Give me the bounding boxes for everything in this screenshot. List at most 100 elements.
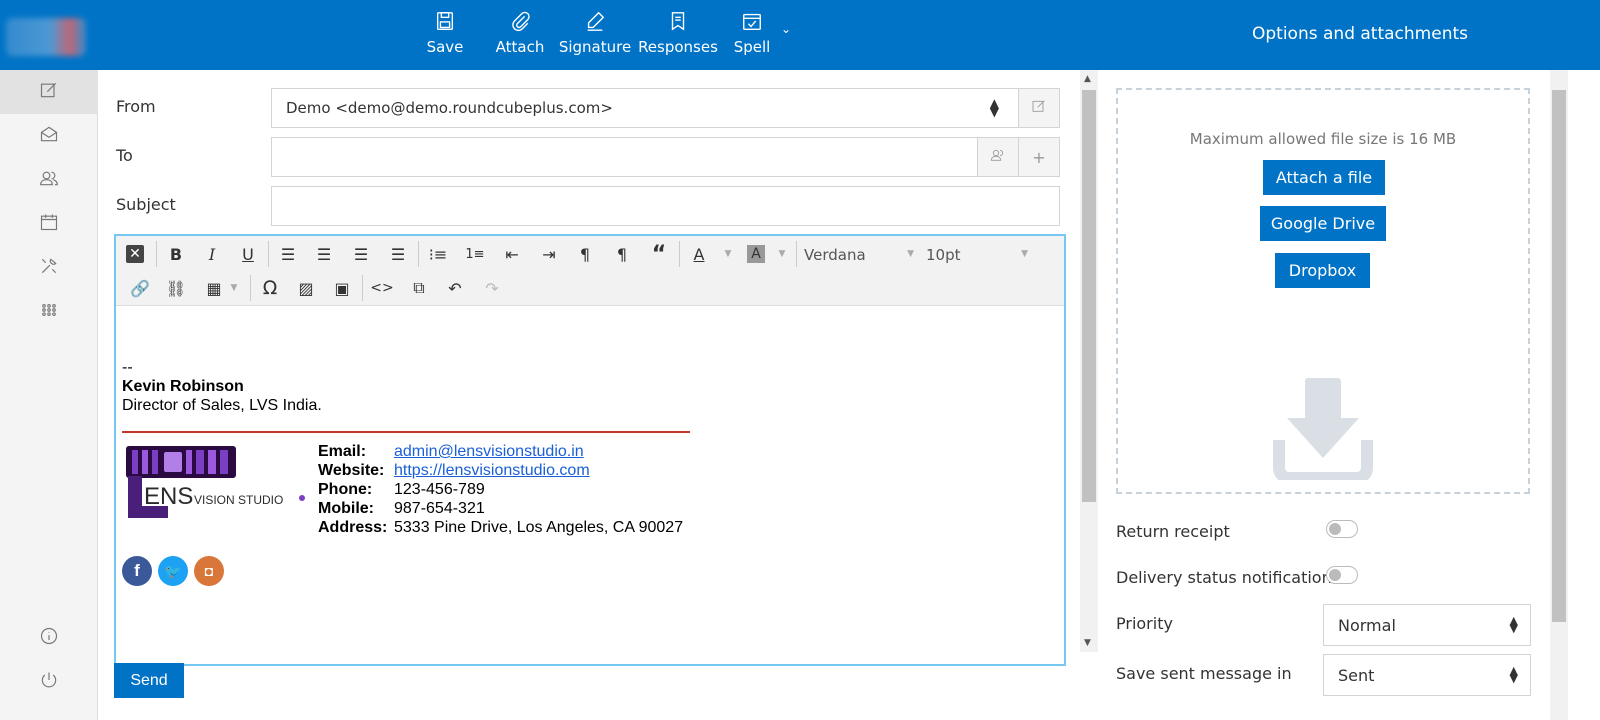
- signature-logo: ENS VISION STUDIO: [122, 440, 308, 520]
- align-right-icon[interactable]: ☰: [347, 240, 375, 268]
- options-panel: Maximum allowed file size is 16 MB Attac…: [1098, 70, 1552, 720]
- nav-mail[interactable]: [0, 114, 98, 158]
- from-select[interactable]: Demo <demo@demo.roundcubeplus.com> ▲ ▼: [271, 88, 1060, 128]
- image-icon[interactable]: ▨: [292, 274, 320, 302]
- nav-about[interactable]: [0, 616, 98, 660]
- ltr-icon[interactable]: ¶: [571, 240, 599, 268]
- font-family-select[interactable]: Verdana ▼: [804, 246, 914, 264]
- send-button[interactable]: Send: [114, 663, 184, 698]
- table-dropdown-icon[interactable]: ▼: [220, 274, 248, 302]
- compose-scrollbar[interactable]: ▲ ▼: [1080, 70, 1098, 652]
- scrollbar-thumb[interactable]: [1552, 90, 1566, 622]
- rtl-icon[interactable]: ¶: [608, 240, 636, 268]
- svg-text:ENS: ENS: [144, 483, 193, 510]
- link-icon[interactable]: 🔗: [126, 274, 154, 302]
- scroll-down-arrow-icon[interactable]: ▼: [1084, 638, 1091, 648]
- delivery-status-label: Delivery status notification: [1116, 568, 1332, 587]
- priority-select[interactable]: Normal ▲ ▼: [1323, 604, 1531, 646]
- background-color-icon[interactable]: A: [742, 240, 770, 268]
- underline-icon[interactable]: U: [234, 240, 262, 268]
- edit-icon: [1031, 98, 1047, 118]
- font-family-value: Verdana: [804, 246, 866, 264]
- select-caret-icon: ▲ ▼: [1509, 664, 1518, 685]
- signature-button[interactable]: Signature: [554, 8, 636, 64]
- text-color-dropdown-icon[interactable]: ▼: [714, 240, 742, 268]
- calendar-icon: [39, 212, 59, 236]
- instagram-icon[interactable]: ◘: [194, 556, 224, 586]
- find-replace-icon[interactable]: ⧉: [405, 274, 433, 302]
- bookmark-doc-icon: [634, 10, 722, 34]
- unlink-icon[interactable]: ⛓: [162, 274, 190, 302]
- nav-logout[interactable]: [0, 660, 98, 704]
- signature-name: Kevin Robinson: [122, 378, 244, 395]
- media-icon[interactable]: ▣: [328, 274, 356, 302]
- subject-label: Subject: [116, 195, 176, 214]
- address-book-button[interactable]: [977, 138, 1018, 176]
- to-field[interactable]: +: [271, 137, 1060, 177]
- font-size-dropdown-icon: ▼: [1021, 249, 1028, 259]
- attachment-dropzone[interactable]: Maximum allowed file size is 16 MB Attac…: [1116, 88, 1530, 494]
- dropbox-button[interactable]: Dropbox: [1275, 253, 1370, 288]
- website-link[interactable]: https://lensvisionstudio.com: [394, 462, 590, 479]
- align-center-icon[interactable]: ☰: [310, 240, 338, 268]
- editor-body[interactable]: -- Kevin Robinson Director of Sales, LVS…: [122, 358, 322, 415]
- attach-file-button[interactable]: Attach a file: [1263, 160, 1385, 195]
- nav-compose[interactable]: [0, 70, 98, 114]
- delivery-status-toggle[interactable]: [1326, 566, 1358, 584]
- background-color-dropdown-icon[interactable]: ▼: [768, 240, 796, 268]
- from-value: Demo <demo@demo.roundcubeplus.com>: [286, 99, 613, 117]
- facebook-icon[interactable]: f: [122, 556, 152, 586]
- font-size-value: 10pt: [926, 246, 961, 264]
- spell-button[interactable]: Spell: [730, 8, 774, 64]
- signature-row-mobile: Mobile: 987-654-321: [318, 499, 683, 518]
- redo-icon[interactable]: ↷: [478, 274, 506, 302]
- add-header-button[interactable]: +: [1018, 138, 1059, 176]
- options-scrollbar[interactable]: [1550, 70, 1568, 720]
- outdent-icon[interactable]: ⇤: [498, 240, 526, 268]
- special-char-icon[interactable]: Ω: [256, 274, 284, 302]
- twitter-icon[interactable]: 🐦: [158, 556, 188, 586]
- signature-contact-table: Email: admin@lensvisionstudio.in Website:…: [318, 442, 683, 537]
- subject-field[interactable]: [271, 186, 1060, 226]
- pen-icon: [554, 10, 636, 34]
- scrollbar-thumb[interactable]: [1082, 90, 1096, 502]
- bullet-list-icon[interactable]: ⁝≡: [424, 240, 452, 268]
- align-left-icon[interactable]: ☰: [274, 240, 302, 268]
- indent-icon[interactable]: ⇥: [535, 240, 563, 268]
- font-size-select[interactable]: 10pt ▼: [926, 246, 1028, 264]
- signature-row-email: Email: admin@lensvisionstudio.in: [318, 442, 683, 461]
- responses-button[interactable]: Responses: [634, 8, 722, 64]
- save-sent-value: Sent: [1338, 666, 1375, 685]
- spell-label: Spell: [733, 38, 771, 56]
- toggle-knob: [1329, 569, 1341, 581]
- google-drive-button[interactable]: Google Drive: [1260, 206, 1386, 241]
- plus-icon: +: [1032, 147, 1046, 167]
- nav-settings[interactable]: [0, 246, 98, 290]
- return-receipt-toggle[interactable]: [1326, 520, 1358, 538]
- justify-icon[interactable]: ☰: [384, 240, 412, 268]
- left-navigation: [0, 70, 98, 720]
- bold-icon[interactable]: B: [162, 240, 190, 268]
- download-icon: [1273, 378, 1373, 484]
- clear-formatting-icon[interactable]: ✕: [121, 240, 149, 268]
- message-editor[interactable]: ✕ B I U ☰ ☰ ☰ ☰ ⁝≡ 1≡ ⇤ ⇥ ¶ ¶ “ A ▼ A ▼ …: [114, 234, 1066, 666]
- numbered-list-icon[interactable]: 1≡: [461, 240, 489, 268]
- scroll-up-arrow-icon[interactable]: ▲: [1084, 74, 1091, 84]
- blockquote-icon[interactable]: “: [645, 240, 673, 268]
- nav-apps[interactable]: [0, 290, 98, 334]
- undo-icon[interactable]: ↶: [441, 274, 469, 302]
- text-color-icon[interactable]: A: [685, 240, 713, 268]
- nav-calendar[interactable]: [0, 202, 98, 246]
- email-link[interactable]: admin@lensvisionstudio.in: [394, 443, 584, 460]
- source-code-icon[interactable]: <>: [368, 274, 396, 302]
- save-button[interactable]: Save: [420, 8, 470, 64]
- italic-icon[interactable]: I: [198, 240, 226, 268]
- website-key: Website:: [318, 462, 385, 479]
- signature-row-address: Address: 5333 Pine Drive, Los Angeles, CA…: [318, 518, 683, 537]
- nav-contacts[interactable]: [0, 158, 98, 202]
- priority-value: Normal: [1338, 616, 1396, 635]
- save-sent-select[interactable]: Sent ▲ ▼: [1323, 654, 1531, 696]
- contacts-icon: [39, 168, 59, 192]
- attach-button[interactable]: Attach: [484, 8, 556, 64]
- edit-identity-button[interactable]: [1018, 89, 1059, 127]
